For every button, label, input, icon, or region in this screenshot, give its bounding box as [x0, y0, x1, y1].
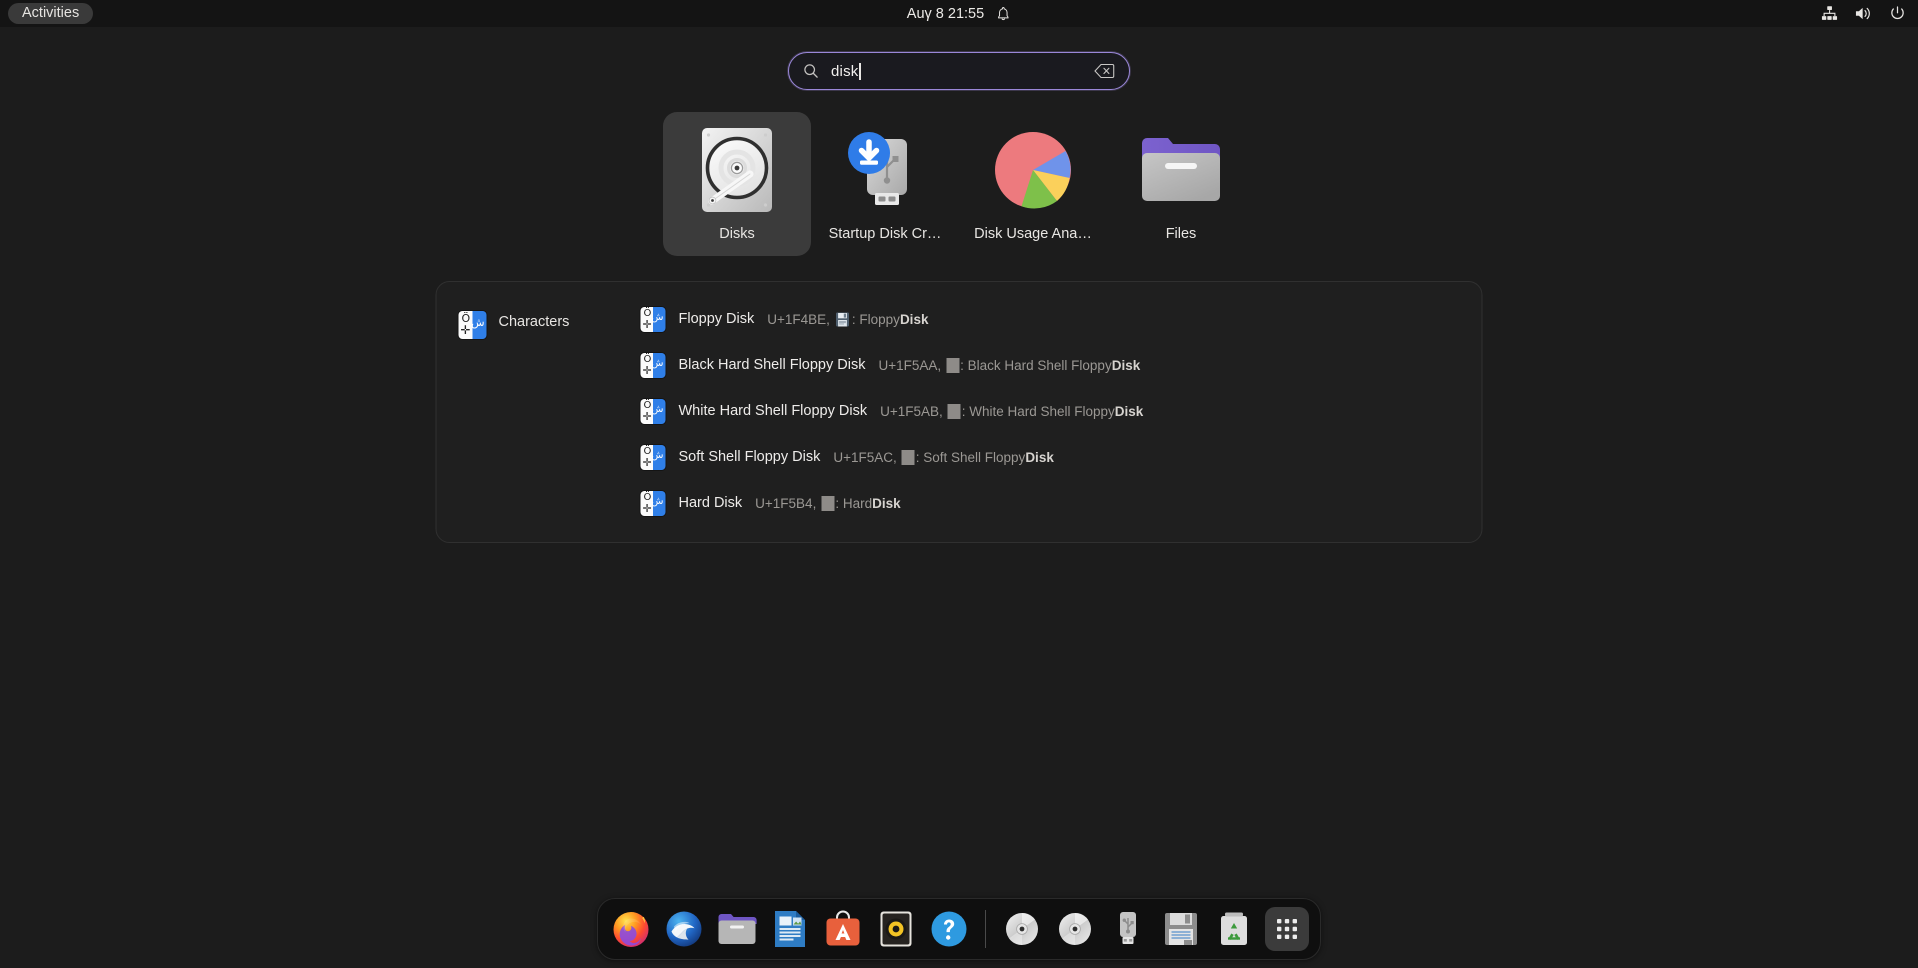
dock [597, 898, 1321, 960]
app-search-results: Disks Startup Disk Cr… Disk Usage Ana… F… [663, 112, 1255, 256]
usb-stick-icon [1115, 910, 1141, 948]
top-bar: Activities Auγ 8 21:55 [0, 0, 1918, 27]
backspace-clear-icon[interactable] [1094, 63, 1115, 79]
search-entry[interactable]: disk [788, 52, 1130, 90]
app-result-label: Disk Usage Ana… [974, 226, 1092, 242]
character-name: Black Hard Shell Floppy Disk [678, 357, 866, 373]
dock-item-ubuntu-software[interactable] [821, 907, 865, 951]
character-name: Floppy Disk [678, 311, 755, 327]
folder-icon [1133, 122, 1229, 218]
network-wired-icon[interactable] [1821, 5, 1838, 22]
pie-chart-icon [985, 122, 1081, 218]
app-result-disk-usage-analyzer[interactable]: Disk Usage Ana… [959, 112, 1107, 256]
provider-label: Characters [498, 314, 570, 330]
thunderbird-mail-icon [664, 909, 704, 949]
search-input-value: disk [831, 62, 859, 80]
usb-startup-creator-icon [837, 122, 933, 218]
character-description: U+1F5B4, : Hard Disk [755, 495, 901, 511]
character-description: U+1F5AB, : White Hard Shell Floppy Disk [880, 403, 1144, 419]
search-provider-header[interactable]: Ö ✛ ش Characters [437, 296, 637, 526]
characters-app-icon: Ö ✛ ش [640, 306, 666, 332]
list-item[interactable]: Ö ✛ ش Soft Shell Floppy Disk U+1F5AC, : So… [637, 434, 1466, 480]
dock-item-floppy-drive[interactable] [1159, 907, 1203, 951]
clock-label: Auγ 8 21:55 [906, 5, 985, 22]
floppy-disk-icon [1164, 912, 1198, 946]
app-result-label: Disks [719, 226, 755, 242]
app-grid-icon [1275, 917, 1299, 941]
character-description: U+1F5AA, : Black Hard Shell Floppy Disk [878, 357, 1141, 373]
missing-glyph-box [947, 403, 961, 419]
folder-icon [717, 912, 757, 946]
dock-item-cd-drive-1[interactable] [1000, 907, 1044, 951]
activities-button[interactable]: Activities [8, 3, 94, 24]
missing-glyph-box [901, 449, 915, 465]
characters-app-icon: Ö ✛ ش [640, 352, 666, 378]
document-writer-icon [773, 909, 807, 949]
missing-glyph-box [821, 495, 835, 511]
dock-item-files[interactable] [715, 907, 759, 951]
power-icon[interactable] [1889, 5, 1906, 22]
dock-item-thunderbird[interactable] [662, 907, 706, 951]
firefox-icon [611, 909, 651, 949]
trash-recycle-icon [1219, 911, 1249, 947]
app-result-disks[interactable]: Disks [663, 112, 811, 256]
dock-item-rhythmbox[interactable] [874, 907, 918, 951]
software-store-icon [824, 910, 862, 948]
optical-disc-icon [1005, 912, 1039, 946]
dock-item-libreoffice-writer[interactable] [768, 907, 812, 951]
hard-disk-drive-icon [689, 122, 785, 218]
characters-app-icon: Ö ✛ ش [640, 444, 666, 470]
app-result-startup-disk-creator[interactable]: Startup Disk Cr… [811, 112, 959, 256]
character-name: Soft Shell Floppy Disk [678, 449, 821, 465]
list-item[interactable]: Ö ✛ ش Black Hard Shell Floppy Disk U+1F5AA… [637, 342, 1466, 388]
missing-glyph-box [946, 357, 960, 373]
characters-app-icon: Ö ✛ ش [640, 398, 666, 424]
list-item[interactable]: Ö ✛ ش Hard Disk U+1F5B4, : Hard Disk [637, 480, 1466, 526]
volume-speaker-icon[interactable] [1854, 5, 1873, 22]
notifications-bell-icon [996, 6, 1011, 22]
app-result-label: Startup Disk Cr… [828, 226, 942, 242]
characters-result-list: Ö ✛ ش Floppy Disk U+1F4BE, : Floppy Disk Ö… [637, 296, 1482, 526]
text-caret [859, 62, 861, 80]
dock-separator [985, 910, 986, 948]
dock-item-help[interactable] [927, 907, 971, 951]
character-description: U+1F4BE, : Floppy Disk [767, 311, 929, 327]
list-item[interactable]: Ö ✛ ش White Hard Shell Floppy Disk U+1F5AB… [637, 388, 1466, 434]
help-question-icon [930, 910, 968, 948]
dock-item-trash[interactable] [1212, 907, 1256, 951]
dock-item-firefox[interactable] [609, 907, 653, 951]
floppy-disk-glyph [836, 312, 850, 327]
character-name: White Hard Shell Floppy Disk [678, 403, 868, 419]
optical-disc-icon [1058, 912, 1092, 946]
characters-app-icon: Ö ✛ ش [640, 490, 666, 516]
app-result-files[interactable]: Files [1107, 112, 1255, 256]
search-input[interactable]: disk [831, 62, 1094, 80]
character-name: Hard Disk [678, 495, 743, 511]
clock-menu-button[interactable]: Auγ 8 21:55 [907, 0, 1011, 27]
character-description: U+1F5AC, : Soft Shell Floppy Disk [833, 449, 1054, 465]
show-applications-button[interactable] [1265, 907, 1309, 951]
system-status-area[interactable] [1821, 0, 1906, 27]
list-item[interactable]: Ö ✛ ش Floppy Disk U+1F4BE, : Floppy Disk [637, 296, 1466, 342]
characters-results-panel: Ö ✛ ش Characters Ö ✛ ش Floppy Disk U+1F4BE, [435, 281, 1483, 543]
app-result-label: Files [1165, 226, 1197, 242]
dock-item-usb-drive[interactable] [1106, 907, 1150, 951]
characters-app-icon: Ö ✛ ش [458, 311, 487, 339]
rhythmbox-speaker-icon [879, 910, 913, 948]
search-icon [803, 63, 819, 79]
dock-item-cd-drive-2[interactable] [1053, 907, 1097, 951]
